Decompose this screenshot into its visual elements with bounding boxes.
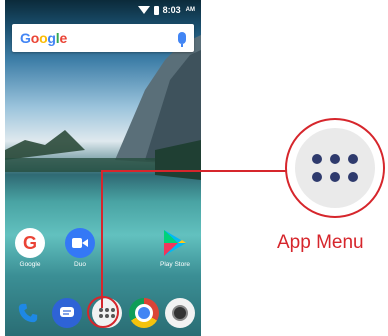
app-play-store[interactable]: Play Store xyxy=(155,228,195,268)
microphone-icon[interactable] xyxy=(178,32,186,47)
battery-icon xyxy=(153,5,159,15)
play-store-icon xyxy=(160,228,190,258)
status-time: 8:03 xyxy=(162,5,181,15)
google-search-bar[interactable]: Google xyxy=(12,24,194,52)
camera-icon xyxy=(172,305,188,321)
messages-icon xyxy=(60,307,74,317)
camera-app[interactable] xyxy=(165,298,195,328)
duo-video-icon xyxy=(65,228,95,258)
wifi-icon xyxy=(137,6,150,14)
app-menu-highlight-ring xyxy=(87,296,119,328)
app-duo[interactable]: Duo xyxy=(60,228,100,268)
chrome-icon xyxy=(135,304,153,322)
app-label-duo: Duo xyxy=(74,261,86,268)
callout-line-vertical xyxy=(101,171,103,308)
app-menu-grid-icon-large xyxy=(312,154,358,182)
app-google[interactable]: G Google xyxy=(10,228,50,268)
callout-label: App Menu xyxy=(277,232,364,253)
phone-app[interactable] xyxy=(13,298,43,328)
status-ampm: AM xyxy=(185,7,195,13)
chrome-app[interactable] xyxy=(129,298,159,328)
callout-line-horizontal xyxy=(101,170,287,172)
phone-icon xyxy=(18,303,38,323)
google-g-icon: G xyxy=(15,228,45,258)
app-label-google: Google xyxy=(19,261,41,268)
app-menu-zoom-callout xyxy=(285,118,385,218)
messages-app[interactable] xyxy=(52,298,82,328)
phone-screen: 8:03 AM Google G Google Duo Play Store xyxy=(5,0,201,336)
zoom-inner-circle xyxy=(295,128,375,208)
status-bar: 8:03 AM xyxy=(5,0,201,20)
google-logo: Google xyxy=(20,30,68,46)
app-label-play-store: Play Store xyxy=(160,261,190,268)
